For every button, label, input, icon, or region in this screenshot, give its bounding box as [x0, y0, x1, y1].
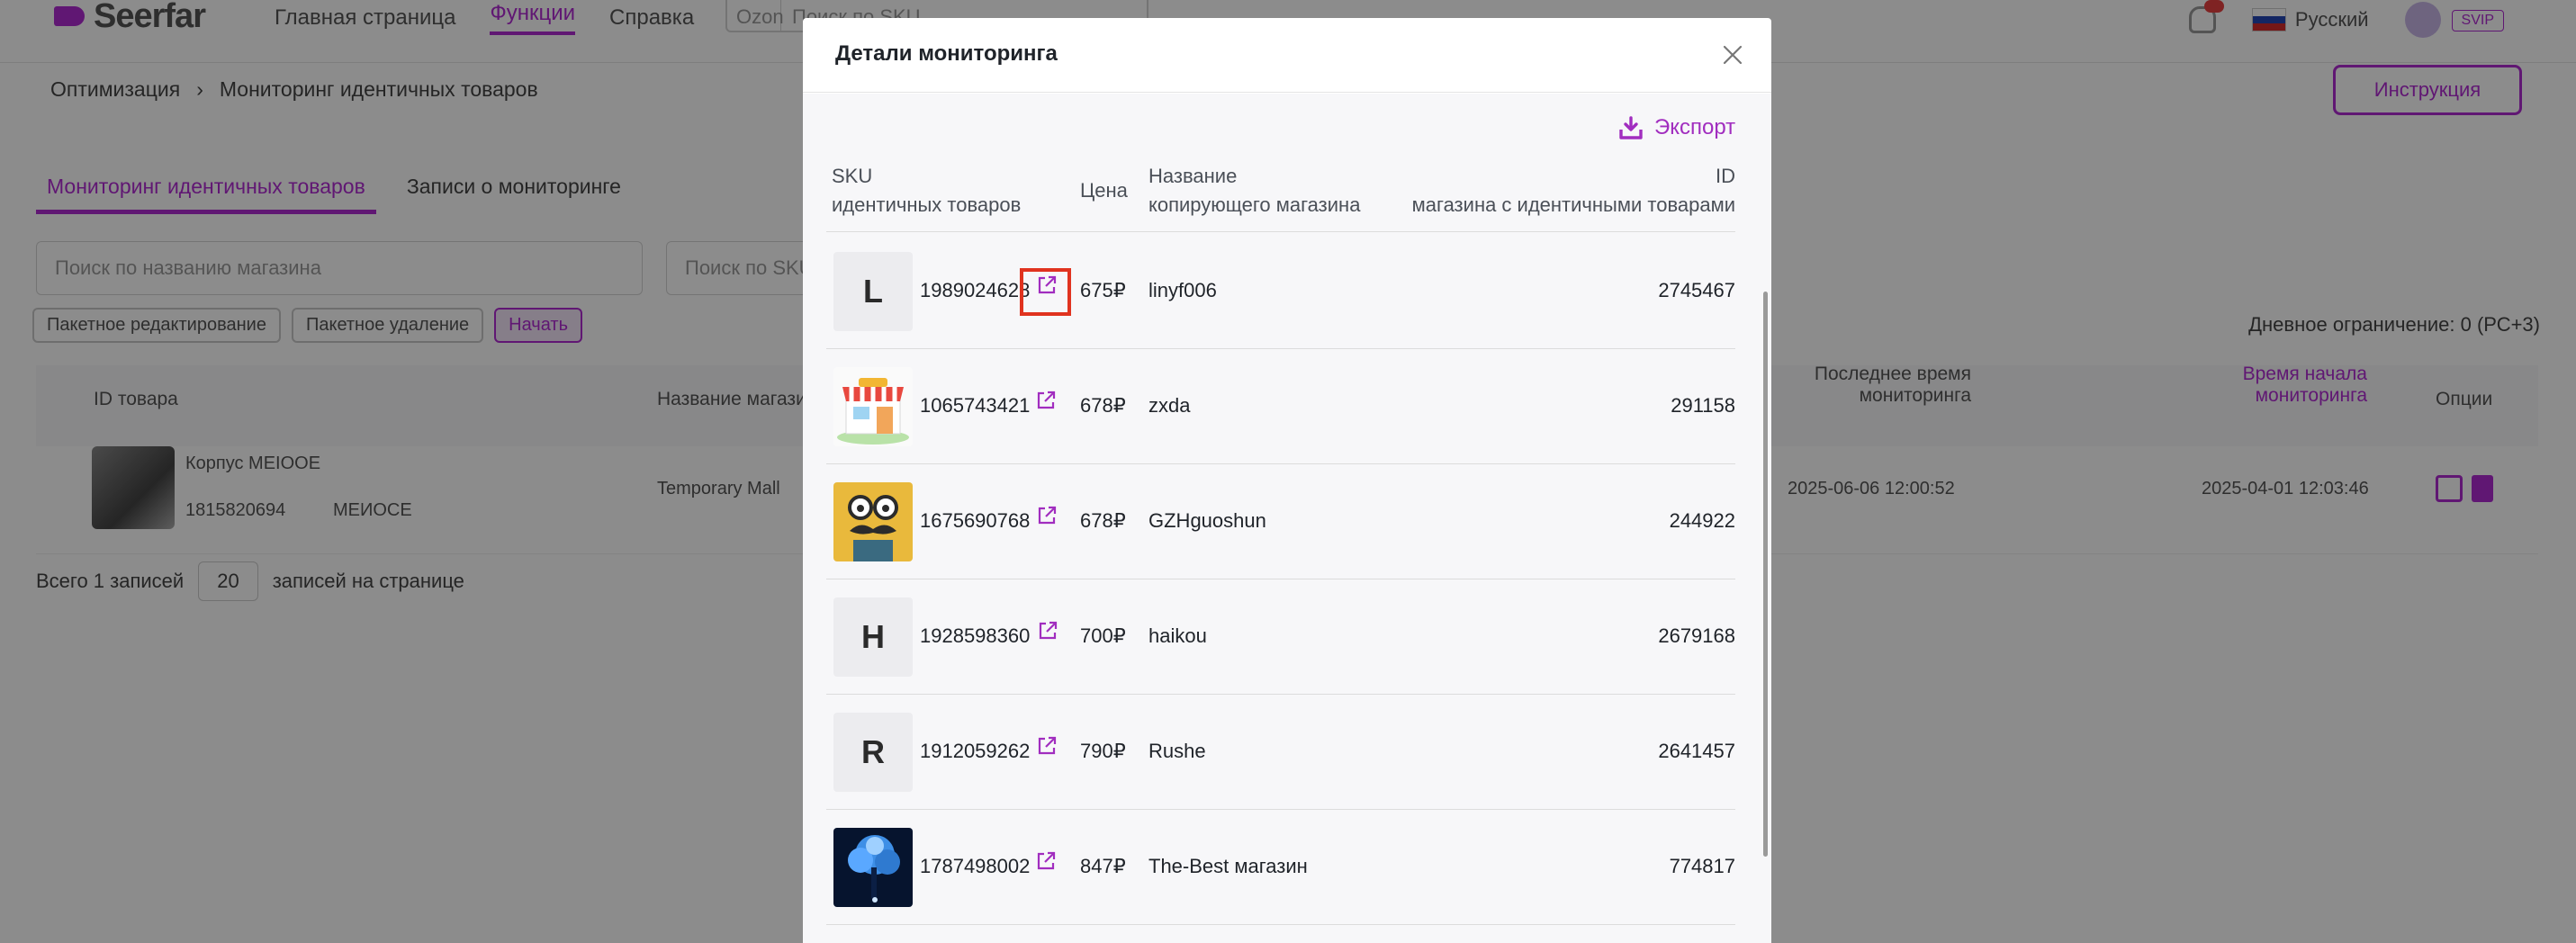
- sku-value: 1928598360: [920, 624, 1031, 647]
- price-value: 847₽: [1080, 855, 1126, 877]
- header-id-line1: ID: [1716, 165, 1735, 187]
- shop-id: 244922: [1669, 509, 1735, 532]
- sku-value: 1675690768: [920, 509, 1031, 532]
- shop-name: Rushe: [1148, 740, 1206, 762]
- details-table-body: L 1989024628 675₽ linyf006 2745467 1065743421…: [826, 234, 1735, 925]
- shop-avatar-image: [833, 482, 913, 561]
- details-table-header: SKU идентичных товаров Цена Название коп…: [826, 162, 1735, 232]
- modal-body: Экспорт SKU идентичных товаров Цена Назв…: [803, 94, 1771, 943]
- shop-avatar-image: [833, 367, 913, 446]
- shop-avatar-letter: R: [833, 713, 913, 792]
- shop-name: linyf006: [1148, 279, 1217, 301]
- details-row: 1065743421 678₽ zxda 291158: [826, 349, 1735, 464]
- export-button[interactable]: Экспорт: [1618, 115, 1735, 140]
- shop-name: haikou: [1148, 624, 1207, 647]
- header-sku: SKU идентичных товаров: [832, 162, 1021, 220]
- monitoring-details-modal: Детали мониторинга Экспорт SKU идентичны…: [803, 18, 1771, 943]
- details-row: H 1928598360 700₽ haikou 2679168: [826, 579, 1735, 695]
- details-row: 1675690768 678₽ GZHguoshun 244922: [826, 464, 1735, 579]
- shop-avatar-letter: H: [833, 597, 913, 677]
- shop-name: The-Best магазин: [1148, 855, 1308, 877]
- details-row: 1787498002 847₽ The-Best магазин 774817: [826, 810, 1735, 925]
- shop-name: GZHguoshun: [1148, 509, 1266, 532]
- external-link-icon[interactable]: [1036, 619, 1059, 642]
- highlighted-external-link: [1020, 268, 1071, 316]
- price-value: 790₽: [1080, 740, 1126, 762]
- download-icon: [1619, 116, 1643, 139]
- details-row: R 1912059262 790₽ Rushe 2641457: [826, 695, 1735, 810]
- header-name-line2: копирующего магазина: [1148, 193, 1361, 216]
- shop-avatar-image: [833, 828, 913, 907]
- price-value: 678₽: [1080, 394, 1126, 417]
- modal-scrollbar[interactable]: [1763, 292, 1768, 857]
- shop-name: zxda: [1148, 394, 1191, 417]
- header-shop-name: Название копирующего магазина: [1148, 162, 1360, 220]
- header-shop-id: ID магазина с идентичными товарами: [1412, 162, 1735, 220]
- price-value: 675₽: [1080, 279, 1126, 301]
- close-icon[interactable]: [1721, 43, 1744, 67]
- external-link-icon[interactable]: [1034, 849, 1058, 873]
- sku-value: 1912059262: [920, 740, 1031, 762]
- modal-header: Детали мониторинга: [803, 18, 1771, 93]
- modal-title: Детали мониторинга: [835, 41, 1058, 66]
- external-link-icon[interactable]: [1034, 389, 1058, 412]
- shop-id: 2641457: [1658, 740, 1735, 762]
- shop-id: 2745467: [1658, 279, 1735, 301]
- sku-value: 1787498002: [920, 855, 1031, 877]
- price-value: 700₽: [1080, 624, 1126, 647]
- shop-id: 291158: [1671, 394, 1735, 417]
- export-label: Экспорт: [1654, 115, 1736, 139]
- shop-avatar-letter: L: [833, 252, 913, 331]
- external-link-icon[interactable]: [1035, 504, 1058, 527]
- shop-id: 2679168: [1658, 624, 1735, 647]
- details-row: L 1989024628 675₽ linyf006 2745467: [826, 234, 1735, 349]
- price-value: 678₽: [1080, 509, 1126, 532]
- sku-value: 1989024628: [920, 279, 1031, 301]
- header-sku-line2: идентичных товаров: [832, 193, 1022, 216]
- sku-value: 1065743421: [920, 394, 1031, 417]
- external-link-icon[interactable]: [1035, 734, 1058, 758]
- header-sku-line1: SKU: [832, 165, 873, 187]
- header-name-line1: Название: [1148, 165, 1238, 187]
- header-id-line2: магазина с идентичными товарами: [1411, 193, 1735, 216]
- header-price: Цена: [1080, 179, 1128, 202]
- shop-id: 774817: [1669, 855, 1735, 877]
